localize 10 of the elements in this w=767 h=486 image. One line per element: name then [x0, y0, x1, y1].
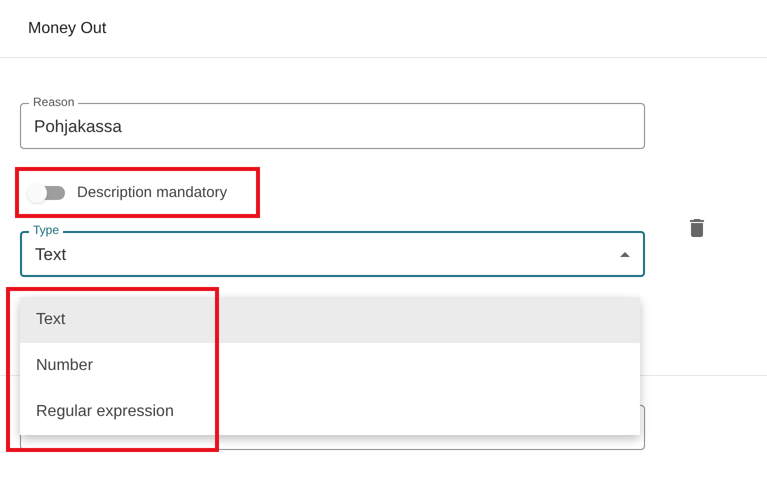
caret-icon — [620, 252, 630, 256]
toggle-label: Description mandatory — [77, 182, 228, 203]
toggle-switch[interactable] — [29, 186, 65, 200]
field-value: Text — [35, 244, 68, 266]
menu-item[interactable]: Text — [20, 297, 640, 343]
field-value: Pohjakassa — [34, 116, 122, 138]
menu-item[interactable]: Regular expression — [20, 389, 640, 435]
menu-item[interactable]: Number — [20, 343, 640, 389]
page-title: Money Out — [28, 18, 106, 38]
trash-icon[interactable] — [689, 219, 705, 237]
